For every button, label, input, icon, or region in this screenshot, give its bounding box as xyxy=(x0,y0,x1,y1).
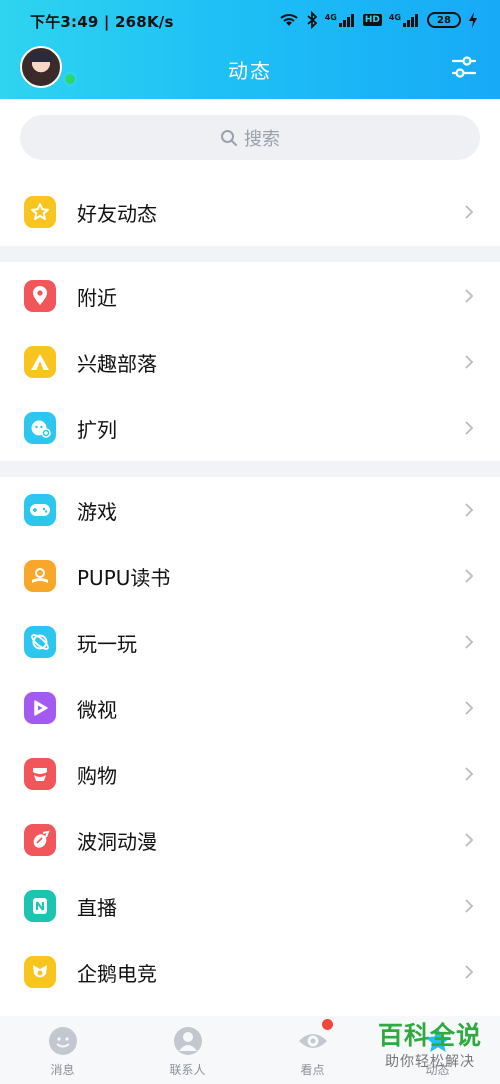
shopping-icon xyxy=(24,758,56,790)
network-label-1: 4G xyxy=(324,13,337,22)
hd-icon: HD xyxy=(362,14,382,26)
signal-1: 4G xyxy=(325,13,356,27)
list-item-label: 兴趣部落 xyxy=(77,351,157,376)
search-icon xyxy=(221,129,237,146)
chevron-right-icon xyxy=(465,421,474,435)
tab-label: 看点 xyxy=(300,1063,325,1077)
bluetooth-icon xyxy=(307,11,318,29)
chevron-right-icon xyxy=(465,503,474,517)
filter-settings-icon[interactable] xyxy=(450,53,478,81)
section-divider xyxy=(0,461,500,477)
list-item-pupu-reading[interactable]: PUPU读书 xyxy=(0,543,500,609)
list-item-label: 微视 xyxy=(77,697,117,722)
chevron-right-icon xyxy=(465,635,474,649)
search-placeholder: 搜索 xyxy=(244,128,280,150)
list-item-label: 扩列 xyxy=(77,417,117,442)
list-item-label: 直播 xyxy=(77,895,117,920)
list-item-bodong-comics[interactable]: 波洞动漫 xyxy=(0,807,500,873)
list-item-label: PUPU读书 xyxy=(77,565,171,590)
star-icon xyxy=(24,196,56,228)
status-bar: 下午3:49 | 268K/s 4G HD 4G 28 xyxy=(0,0,500,38)
chevron-right-icon xyxy=(465,701,474,715)
list-item-weishi[interactable]: 微视 xyxy=(0,675,500,741)
chevron-right-icon xyxy=(465,899,474,913)
tab-messages[interactable]: 消息 xyxy=(0,1016,125,1084)
page-title: 动态 xyxy=(228,59,272,83)
chevron-right-icon xyxy=(465,355,474,369)
live-icon xyxy=(24,890,56,922)
signal-bars-icon xyxy=(403,14,418,27)
status-time-speed: 下午3:49 | 268K/s xyxy=(30,13,174,31)
contacts-icon xyxy=(173,1027,202,1055)
search-input[interactable]: 搜索 xyxy=(20,115,480,160)
tent-icon xyxy=(24,346,56,378)
watermark: 百科全说 助你轻松解决 xyxy=(370,1020,490,1080)
list-item-games[interactable]: 游戏 xyxy=(0,477,500,543)
location-pin-icon xyxy=(24,280,56,312)
gamepad-icon xyxy=(24,494,56,526)
chevron-right-icon xyxy=(465,289,474,303)
signal-2: 4G xyxy=(389,13,420,27)
comic-icon xyxy=(24,824,56,856)
planet-icon xyxy=(24,626,56,658)
list-item-play[interactable]: 玩一玩 xyxy=(0,609,500,675)
list-item-shopping[interactable]: 购物 xyxy=(0,741,500,807)
message-icon xyxy=(48,1027,77,1055)
network-label-2: 4G xyxy=(388,13,401,22)
battery-level: 28 xyxy=(437,14,451,26)
section-divider xyxy=(0,246,500,262)
list-item-label: 游戏 xyxy=(77,499,117,524)
title-bar: 动态 xyxy=(0,38,500,99)
chevron-right-icon xyxy=(465,833,474,847)
list-item-expand-friends[interactable]: 扩列 xyxy=(0,395,500,461)
tab-label: 消息 xyxy=(50,1063,75,1077)
list-item-label: 波洞动漫 xyxy=(77,829,157,854)
list-item-penguin-esports[interactable]: 企鹅电竞 xyxy=(0,939,500,1005)
tab-kandian[interactable]: 看点 xyxy=(250,1016,375,1084)
tab-label: 联系人 xyxy=(169,1063,206,1077)
play-icon xyxy=(24,692,56,724)
tab-contacts[interactable]: 联系人 xyxy=(125,1016,250,1084)
list-item-label: 附近 xyxy=(77,285,117,310)
signal-bars-icon xyxy=(338,14,354,27)
eye-icon xyxy=(298,1034,327,1048)
charging-icon xyxy=(469,12,477,28)
wifi-icon xyxy=(280,14,298,26)
list-item-label: 企鹅电竞 xyxy=(77,961,157,986)
list-item-live[interactable]: 直播 xyxy=(0,873,500,939)
list-item-label: 好友动态 xyxy=(77,201,157,226)
status-icons: 4G HD 4G 28 xyxy=(279,9,478,31)
chevron-right-icon xyxy=(465,965,474,979)
esports-icon xyxy=(24,956,56,988)
chevron-right-icon xyxy=(465,205,474,219)
book-reader-icon xyxy=(24,560,56,592)
battery-icon: 28 xyxy=(427,12,461,28)
watermark-title: 百科全说 xyxy=(377,1021,482,1050)
list-item-label: 购物 xyxy=(77,763,117,788)
list-item-interest-tribe[interactable]: 兴趣部落 xyxy=(0,329,500,395)
notification-badge xyxy=(322,1019,333,1030)
face-plus-icon xyxy=(24,412,56,444)
list-item-friend-feed[interactable]: 好友动态 xyxy=(0,179,500,245)
watermark-subtitle: 助你轻松解决 xyxy=(385,1054,475,1070)
chevron-right-icon xyxy=(465,767,474,781)
chevron-right-icon xyxy=(465,569,474,583)
list-item-label: 玩一玩 xyxy=(77,631,137,656)
list-item-nearby[interactable]: 附近 xyxy=(0,263,500,329)
